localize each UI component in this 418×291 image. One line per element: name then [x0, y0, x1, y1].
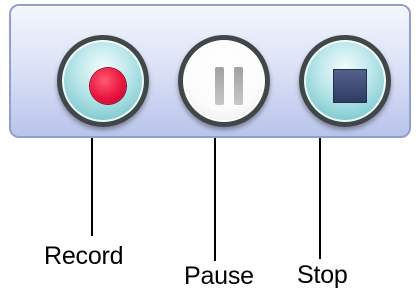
record-callout-line [91, 138, 93, 236]
stop-callout-line [319, 138, 321, 259]
pause-button[interactable] [178, 35, 270, 127]
pause-icon [215, 67, 243, 105]
stop-button[interactable] [299, 35, 391, 127]
stop-square-icon [334, 70, 366, 102]
record-button[interactable] [57, 35, 149, 127]
pause-callout-line [214, 138, 216, 261]
record-label: Record [44, 242, 124, 270]
record-dot-icon [90, 68, 126, 104]
recording-toolbar [9, 4, 411, 138]
stop-label: Stop [297, 261, 348, 289]
pause-label: Pause [184, 262, 254, 290]
